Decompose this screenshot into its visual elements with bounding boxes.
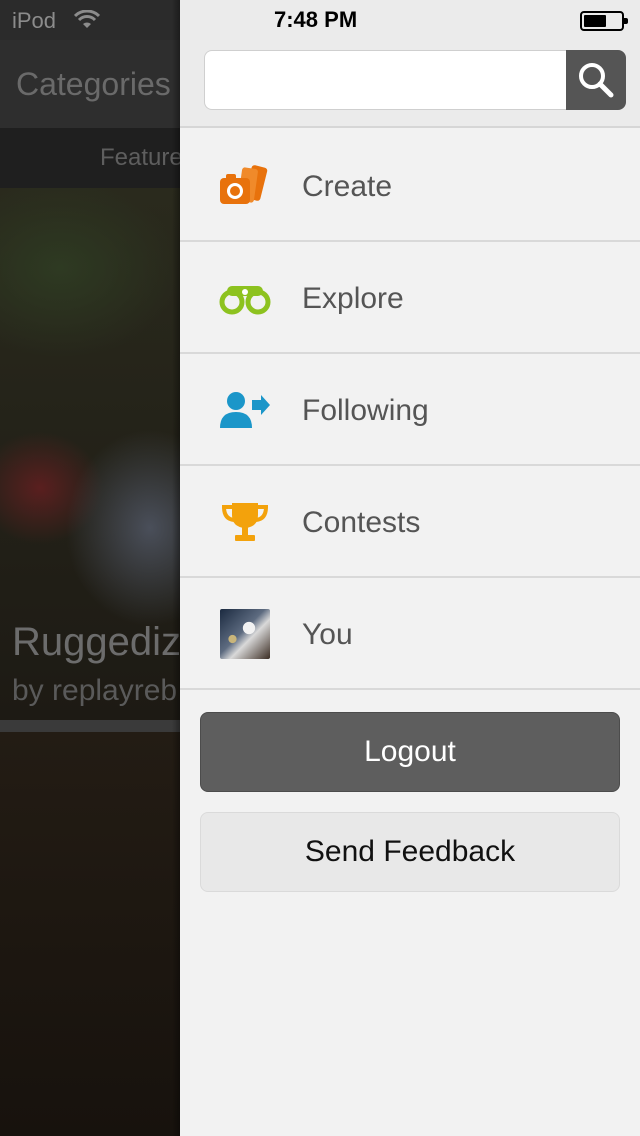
logout-button[interactable]: Logout: [200, 712, 620, 792]
search-bar: [180, 40, 640, 128]
background-photo-title: Ruggediz: [12, 620, 182, 664]
trophy-icon: [218, 500, 272, 544]
status-bar: 7:48 PM: [180, 0, 640, 40]
binoculars-icon: [218, 276, 272, 320]
drawer-shadow: [172, 0, 180, 1136]
background-tab-bar: Feature: [0, 128, 183, 188]
menu-label-explore: Explore: [302, 282, 404, 315]
menu-label-you: You: [302, 618, 353, 651]
side-drawer: Create Explore Following Contests You Lo…: [180, 40, 640, 1136]
person-arrow-icon: [218, 388, 272, 432]
background-photo-2: [0, 732, 180, 1136]
avatar-slot: [218, 609, 272, 659]
send-feedback-button[interactable]: Send Feedback: [200, 812, 620, 892]
menu-label-contests: Contests: [302, 506, 421, 539]
menu-item-create[interactable]: Create: [180, 130, 640, 242]
background-divider: [0, 720, 180, 732]
search-input[interactable]: [204, 50, 568, 110]
search-icon: [579, 63, 614, 98]
status-bar-left: iPod: [0, 0, 180, 40]
background-tab-label: Feature: [100, 144, 183, 171]
menu-item-contests[interactable]: Contests: [180, 466, 640, 578]
menu-item-explore[interactable]: Explore: [180, 242, 640, 354]
menu-item-you[interactable]: You: [180, 578, 640, 690]
carrier-label: iPod: [12, 8, 57, 33]
battery-icon: [580, 11, 628, 31]
background-nav-title: Categories: [16, 66, 171, 102]
menu-item-following[interactable]: Following: [180, 354, 640, 466]
camera-cards-icon: [218, 164, 272, 208]
status-time: 7:48 PM: [274, 7, 358, 32]
background-nav-bar: Categories: [0, 40, 180, 128]
background-photo-byline: by replayreb: [12, 674, 178, 707]
wifi-icon: [74, 10, 100, 28]
drawer-menu: Create Explore Following Contests You: [180, 130, 640, 690]
search-button[interactable]: [566, 50, 626, 110]
avatar: [220, 609, 270, 659]
menu-label-create: Create: [302, 170, 393, 203]
menu-label-following: Following: [302, 394, 429, 427]
